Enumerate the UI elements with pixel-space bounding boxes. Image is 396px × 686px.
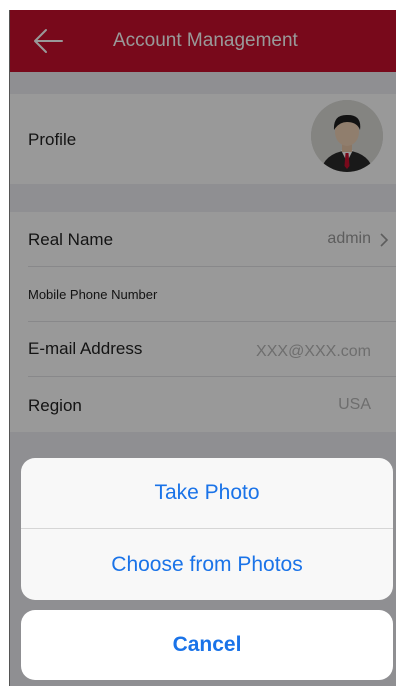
- cancel-sheet: Cancel: [21, 610, 393, 680]
- take-photo-button[interactable]: Take Photo: [21, 458, 393, 528]
- choose-photos-button[interactable]: Choose from Photos: [21, 529, 393, 600]
- cancel-button[interactable]: Cancel: [21, 610, 393, 680]
- app-screen: Account Management Profile Real Name adm…: [9, 10, 396, 686]
- photo-options-sheet: Take Photo Choose from Photos: [21, 458, 393, 600]
